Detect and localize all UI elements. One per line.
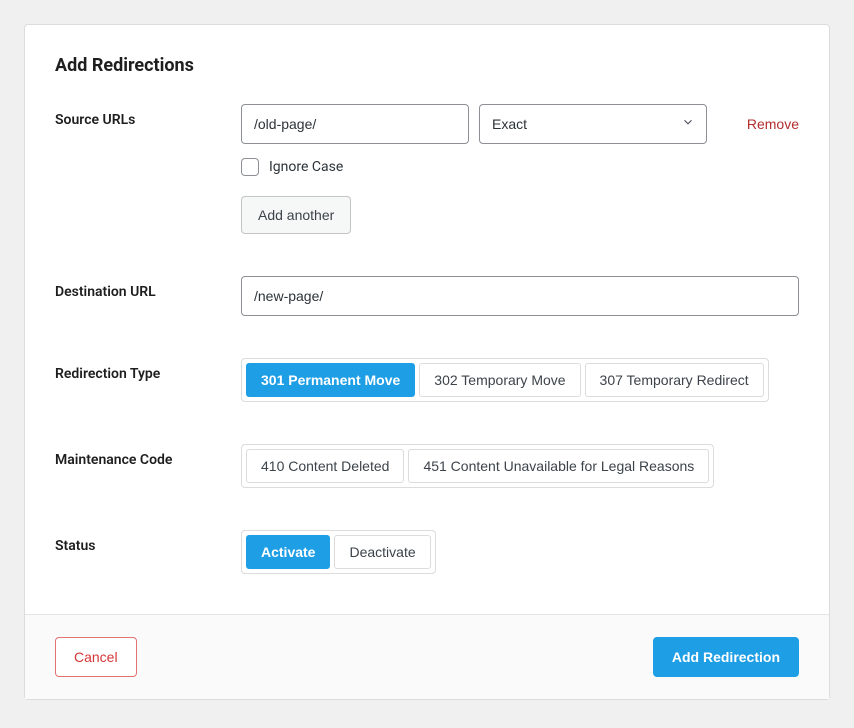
maintenance-code-row: Maintenance Code 410 Content Deleted 451… [55, 444, 799, 488]
redirection-type-group: 301 Permanent Move 302 Temporary Move 30… [241, 358, 769, 402]
maintenance-code-410[interactable]: 410 Content Deleted [246, 449, 404, 483]
redirection-type-302[interactable]: 302 Temporary Move [419, 363, 580, 397]
ignore-case-checkbox[interactable] [241, 158, 259, 176]
add-redirection-button[interactable]: Add Redirection [653, 637, 799, 677]
ignore-case-label[interactable]: Ignore Case [269, 159, 343, 175]
source-url-line: Exact Remove [241, 104, 799, 144]
source-url-input[interactable] [241, 104, 469, 144]
destination-url-row: Destination URL [55, 276, 799, 316]
source-urls-controls: Exact Remove Ignore Case Add another [241, 104, 799, 234]
status-controls: Activate Deactivate [241, 530, 799, 574]
maintenance-code-451[interactable]: 451 Content Unavailable for Legal Reason… [408, 449, 709, 483]
redirection-type-row: Redirection Type 301 Permanent Move 302 … [55, 358, 799, 402]
source-urls-row: Source URLs Exact Remove [55, 104, 799, 234]
destination-url-input[interactable] [241, 276, 799, 316]
match-type-select-wrapper: Exact [479, 104, 707, 144]
cancel-button[interactable]: Cancel [55, 637, 137, 677]
destination-url-label: Destination URL [55, 276, 241, 300]
redirection-type-307[interactable]: 307 Temporary Redirect [585, 363, 764, 397]
maintenance-code-group: 410 Content Deleted 451 Content Unavaila… [241, 444, 714, 488]
match-type-select[interactable]: Exact [479, 104, 707, 144]
redirection-panel: Add Redirections Source URLs Exact Remov… [24, 24, 830, 700]
destination-url-controls [241, 276, 799, 316]
source-urls-label: Source URLs [55, 104, 241, 128]
redirection-type-controls: 301 Permanent Move 302 Temporary Move 30… [241, 358, 799, 402]
status-activate[interactable]: Activate [246, 535, 330, 569]
panel-title: Add Redirections [55, 55, 799, 76]
status-deactivate[interactable]: Deactivate [334, 535, 430, 569]
redirection-type-label: Redirection Type [55, 358, 241, 382]
redirection-type-301[interactable]: 301 Permanent Move [246, 363, 415, 397]
ignore-case-row: Ignore Case [241, 158, 799, 176]
status-group: Activate Deactivate [241, 530, 436, 574]
panel-body: Add Redirections Source URLs Exact Remov… [25, 25, 829, 614]
maintenance-code-controls: 410 Content Deleted 451 Content Unavaila… [241, 444, 799, 488]
remove-source-button[interactable]: Remove [739, 116, 799, 132]
maintenance-code-label: Maintenance Code [55, 444, 241, 468]
status-row: Status Activate Deactivate [55, 530, 799, 574]
panel-footer: Cancel Add Redirection [25, 614, 829, 699]
add-another-button[interactable]: Add another [241, 196, 351, 234]
status-label: Status [55, 530, 241, 554]
